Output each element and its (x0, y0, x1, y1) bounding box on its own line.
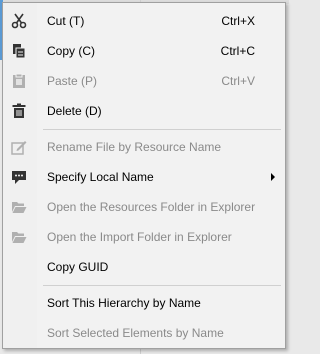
menu-item-copy-guid[interactable]: Copy GUID (3, 252, 285, 282)
menu-item-label: Open the Resources Folder in Explorer (47, 200, 256, 214)
menu-item-rename-file[interactable]: Rename File by Resource Name (3, 132, 285, 162)
paste-icon (10, 72, 28, 90)
menu-item-open-resources-folder[interactable]: Open the Resources Folder in Explorer (3, 192, 285, 222)
menu-item-label: Open the Import Folder in Explorer (47, 230, 232, 244)
menu-item-shortcut: Ctrl+X (221, 14, 255, 28)
menu-item-label: Sort Selected Elements by Name (47, 326, 224, 340)
folder-open-icon (10, 228, 28, 246)
copy-icon (10, 42, 28, 60)
menu-item-delete[interactable]: Delete (D) (3, 96, 285, 126)
rename-icon (10, 138, 28, 156)
trash-icon (10, 102, 28, 120)
menu-item-paste[interactable]: Paste (P) Ctrl+V (3, 66, 285, 96)
menu-item-label: Delete (D) (47, 104, 102, 118)
menu-item-sort-hierarchy[interactable]: Sort This Hierarchy by Name (3, 288, 285, 318)
menu-separator (43, 129, 281, 130)
menu-item-shortcut: Ctrl+V (221, 74, 255, 88)
menu-item-cut[interactable]: Cut (T) Ctrl+X (3, 6, 285, 36)
submenu-arrow-icon (271, 173, 275, 181)
context-menu: Cut (T) Ctrl+X Copy (C) Ctrl+C Paste (P)… (2, 2, 286, 349)
menu-item-shortcut: Ctrl+C (220, 44, 255, 58)
menu-item-label: Copy GUID (47, 260, 109, 274)
menu-item-label: Cut (T) (47, 14, 85, 28)
comment-icon (10, 168, 28, 186)
folder-open-icon (10, 198, 28, 216)
menu-item-copy[interactable]: Copy (C) Ctrl+C (3, 36, 285, 66)
menu-item-label: Sort This Hierarchy by Name (47, 296, 201, 310)
menu-item-label: Copy (C) (47, 44, 96, 58)
menu-item-label: Specify Local Name (47, 170, 154, 184)
scissors-icon (10, 12, 28, 30)
menu-item-sort-selected[interactable]: Sort Selected Elements by Name (3, 318, 285, 348)
menu-item-open-import-folder[interactable]: Open the Import Folder in Explorer (3, 222, 285, 252)
menu-separator (43, 285, 281, 286)
menu-item-label: Paste (P) (47, 74, 98, 88)
menu-item-specify-local-name[interactable]: Specify Local Name (3, 162, 285, 192)
menu-item-label: Rename File by Resource Name (47, 140, 222, 154)
